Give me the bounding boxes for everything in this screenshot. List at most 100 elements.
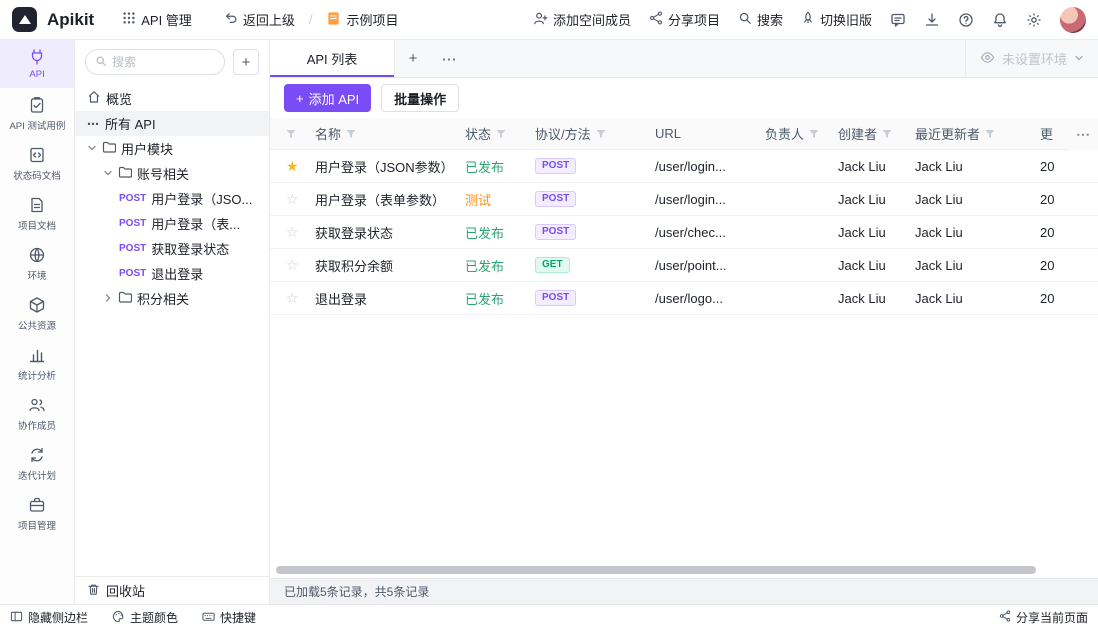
- filter-funnel-icon[interactable]: [596, 129, 606, 139]
- add-space-member-button[interactable]: 添加空间成员: [533, 10, 631, 29]
- hide-sidebar-button[interactable]: 隐藏侧边栏: [10, 609, 88, 626]
- tree-api-item[interactable]: POST 用户登录（表...: [75, 211, 269, 236]
- column-header-owner[interactable]: 负责人: [765, 124, 838, 143]
- environment-globe-icon: [28, 246, 46, 264]
- method-badge: POST: [535, 158, 576, 174]
- api-name[interactable]: 退出登录: [315, 289, 367, 308]
- sidebar-item-project-management[interactable]: 项目管理: [0, 490, 74, 538]
- sidebar-item-api[interactable]: API: [0, 40, 74, 88]
- tree-api-item[interactable]: POST 用户登录（JSO...: [75, 186, 269, 211]
- tree-item-all-api[interactable]: ⋯ 所有 API: [75, 111, 269, 136]
- filter-funnel-icon[interactable]: [496, 129, 506, 139]
- column-header-creator[interactable]: 创建者: [838, 124, 915, 143]
- api-name[interactable]: 用户登录（JSON参数）: [315, 157, 454, 176]
- star-icon[interactable]: ☆: [286, 290, 299, 307]
- filter-funnel-icon[interactable]: [809, 129, 819, 139]
- table-row[interactable]: ☆ 获取登录状态 已发布 POST /user/chec... Jack Liu…: [270, 216, 1098, 249]
- table-header-row: 名称 状态 协议/方法 URL 负责人: [270, 118, 1098, 150]
- table-row[interactable]: ★ 用户登录（JSON参数） 已发布 POST /user/login... J…: [270, 150, 1098, 183]
- table-row[interactable]: ☆ 获取积分余额 已发布 GET /user/point... Jack Liu…: [270, 249, 1098, 282]
- tree-folder-account[interactable]: 账号相关: [75, 161, 269, 186]
- table-row[interactable]: ☆ 退出登录 已发布 POST /user/logo... Jack Liu J…: [270, 282, 1098, 315]
- column-header-url[interactable]: URL: [655, 126, 765, 141]
- api-name[interactable]: 获取登录状态: [315, 223, 393, 242]
- api-manage-menu[interactable]: API 管理: [122, 10, 192, 29]
- tree-api-item[interactable]: POST 获取登录状态: [75, 236, 269, 261]
- updated-cell: 20: [1040, 192, 1054, 207]
- briefcase-icon: [28, 496, 46, 514]
- star-icon[interactable]: ☆: [286, 257, 299, 274]
- shortcut-keys-button[interactable]: 快捷键: [202, 609, 256, 626]
- help-icon[interactable]: [958, 12, 974, 28]
- env-selector[interactable]: 未设置环境: [965, 40, 1098, 77]
- api-name[interactable]: 用户登录（表单参数）: [315, 190, 445, 209]
- horizontal-scrollbar[interactable]: [276, 566, 1036, 574]
- column-header-method[interactable]: 协议/方法: [535, 124, 655, 143]
- filter-funnel-icon[interactable]: [346, 129, 356, 139]
- document-icon: [28, 196, 46, 214]
- trash-icon: [87, 583, 100, 599]
- updater-cell: Jack Liu: [915, 258, 963, 273]
- filter-funnel-icon[interactable]: [286, 129, 296, 139]
- notifications-bell-icon[interactable]: [992, 12, 1008, 28]
- sidebar-item-iteration-plan[interactable]: 迭代计划: [0, 440, 74, 488]
- sidebar-item-environment[interactable]: 环境: [0, 240, 74, 288]
- api-url: /user/point...: [655, 258, 727, 273]
- star-icon-filled[interactable]: ★: [286, 158, 299, 175]
- column-settings-button[interactable]: ⋯: [1068, 118, 1098, 150]
- table-row[interactable]: ☆ 用户登录（表单参数） 测试 POST /user/login... Jack…: [270, 183, 1098, 216]
- status-code-icon: [28, 146, 46, 164]
- filter-funnel-icon[interactable]: [882, 129, 892, 139]
- api-url: /user/login...: [655, 159, 726, 174]
- tab-api-list[interactable]: API 列表: [270, 40, 395, 77]
- apikit-logo-icon[interactable]: [12, 7, 37, 32]
- status-badge: 已发布: [465, 223, 504, 242]
- sidebar-item-status-code-docs[interactable]: 状态码文档: [0, 140, 74, 188]
- tree-folder-user-module[interactable]: 用户模块: [75, 136, 269, 161]
- column-header-star[interactable]: [270, 129, 315, 139]
- api-name[interactable]: 获取积分余额: [315, 256, 393, 275]
- add-api-button[interactable]: + 添加 API: [284, 84, 371, 112]
- breadcrumb-project[interactable]: 示例项目: [326, 10, 398, 29]
- recycle-bin-button[interactable]: 回收站: [75, 576, 269, 604]
- add-node-button[interactable]: +: [233, 49, 259, 75]
- add-tab-button[interactable]: +: [395, 40, 431, 77]
- feedback-icon[interactable]: [890, 12, 906, 28]
- download-icon[interactable]: [924, 12, 940, 28]
- updated-cell: 20: [1040, 291, 1054, 306]
- tab-more-button[interactable]: ⋯: [431, 40, 467, 77]
- share-project-button[interactable]: 分享项目: [649, 10, 720, 29]
- global-search-button[interactable]: 搜索: [738, 10, 783, 29]
- sidebar-item-public-resources[interactable]: 公共资源: [0, 290, 74, 338]
- column-header-status[interactable]: 状态: [465, 124, 535, 143]
- column-header-updater[interactable]: 最近更新者: [915, 124, 1040, 143]
- star-icon[interactable]: ☆: [286, 191, 299, 208]
- sidebar-item-statistics[interactable]: 统计分析: [0, 340, 74, 388]
- theme-color-button[interactable]: 主题颜色: [112, 609, 178, 626]
- updater-cell: Jack Liu: [915, 225, 963, 240]
- folder-icon: [102, 140, 116, 157]
- batch-operations-button[interactable]: 批量操作: [381, 84, 459, 112]
- sidebar-item-project-docs[interactable]: 项目文档: [0, 190, 74, 238]
- tree-item-overview[interactable]: 概览: [75, 86, 269, 111]
- tree-folder-points[interactable]: 积分相关: [75, 286, 269, 311]
- switch-old-version-button[interactable]: 切换旧版: [801, 10, 872, 29]
- horizontal-scrollbar-track: [270, 564, 1098, 578]
- user-avatar[interactable]: [1060, 7, 1086, 33]
- sidebar-item-api-test-cases[interactable]: API 测试用例: [0, 90, 74, 138]
- bottom-bar: 隐藏侧边栏 主题颜色 快捷键 分享当前页面: [0, 604, 1098, 630]
- column-header-name[interactable]: 名称: [315, 124, 465, 143]
- tree-search-input[interactable]: [112, 55, 215, 69]
- updated-cell: 20: [1040, 258, 1054, 273]
- back-to-parent-button[interactable]: 返回上级: [224, 10, 295, 29]
- method-badge: POST: [535, 290, 576, 306]
- filter-funnel-icon[interactable]: [985, 129, 995, 139]
- sidebar-item-collaborators[interactable]: 协作成员: [0, 390, 74, 438]
- star-icon[interactable]: ☆: [286, 224, 299, 241]
- iteration-cycle-icon: [28, 446, 46, 464]
- share-current-page-button[interactable]: 分享当前页面: [999, 609, 1088, 626]
- settings-gear-icon[interactable]: [1026, 12, 1042, 28]
- method-badge: GET: [535, 257, 570, 273]
- tree-api-item[interactable]: POST 退出登录: [75, 261, 269, 286]
- home-icon: [87, 90, 101, 107]
